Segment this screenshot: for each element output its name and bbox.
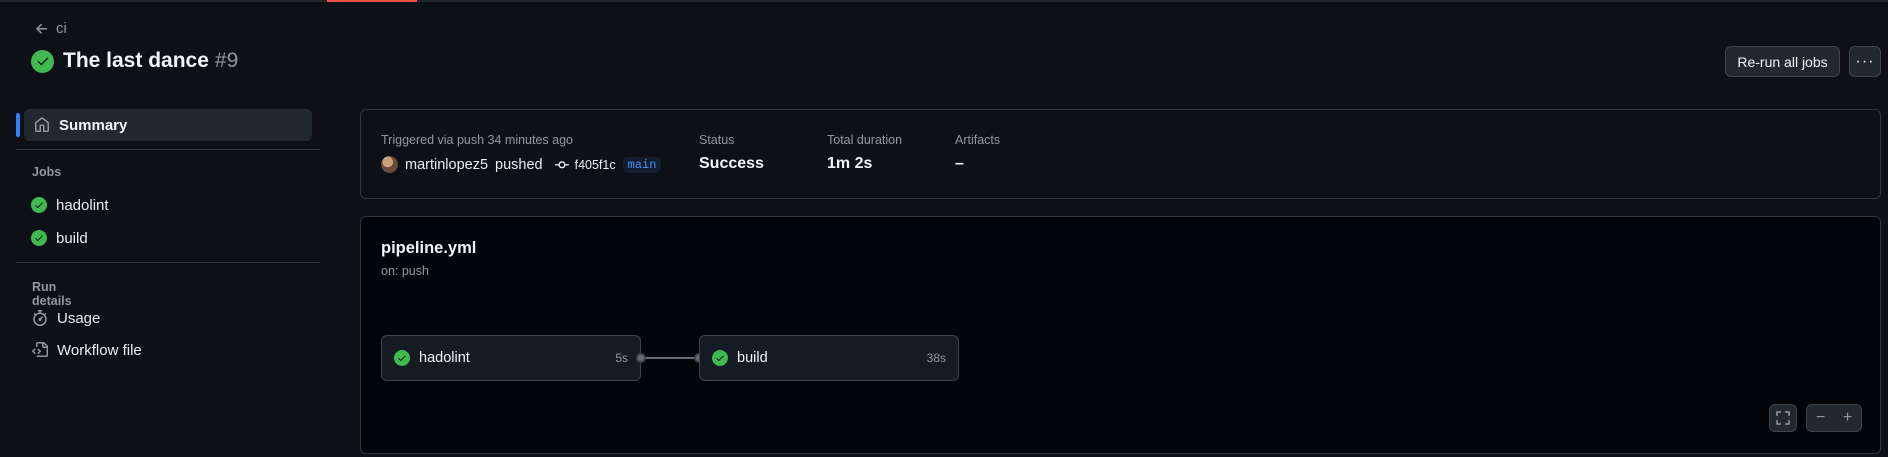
fullscreen-icon xyxy=(1775,410,1792,427)
sidebar-divider xyxy=(16,262,320,263)
connector-dot-out xyxy=(636,353,646,363)
sidebar-item-label: Usage xyxy=(57,309,101,327)
commit-link[interactable]: f405f1c xyxy=(554,156,616,173)
active-indicator xyxy=(16,113,20,137)
workflow-filename[interactable]: pipeline.yml xyxy=(381,239,476,258)
page-title: The last dance #9 xyxy=(63,49,238,73)
avatar[interactable] xyxy=(381,156,398,173)
job-node-hadolint[interactable]: hadolint 5s xyxy=(381,335,641,381)
duration-value: 1m 2s xyxy=(827,155,873,172)
check-circle-icon xyxy=(394,350,410,366)
run-number: #9 xyxy=(214,49,239,72)
run-details-heading: Run details xyxy=(32,280,72,308)
job-duration: 5s xyxy=(615,351,628,365)
check-circle-icon xyxy=(31,197,47,213)
sidebar-item-summary[interactable]: Summary xyxy=(16,109,312,141)
back-link-label[interactable]: ci xyxy=(56,20,67,37)
status-value: Success xyxy=(699,155,764,172)
zoom-controls: − + xyxy=(1806,404,1862,432)
actor-link[interactable]: martinlopez5 xyxy=(405,157,488,173)
zoom-in-button[interactable]: + xyxy=(1834,409,1861,427)
home-icon xyxy=(33,117,50,134)
sidebar-item-build[interactable]: build xyxy=(31,226,291,250)
page-title-text: The last dance xyxy=(63,49,209,72)
job-name: build xyxy=(737,350,768,366)
artifacts-value: – xyxy=(955,155,964,172)
branch-badge[interactable]: main xyxy=(622,156,662,173)
back-link[interactable]: ci xyxy=(33,20,67,37)
action-text: pushed xyxy=(495,156,543,173)
trigger-label: Triggered via push 34 minutes ago xyxy=(381,133,574,147)
file-code-icon xyxy=(31,342,48,359)
run-title: The last dance #9 xyxy=(31,49,238,73)
jobs-heading: Jobs xyxy=(32,165,62,179)
rerun-all-jobs-button[interactable]: Re-run all jobs xyxy=(1725,46,1840,77)
duration-label: Total duration xyxy=(827,133,903,147)
sidebar-item-label: Summary xyxy=(59,116,128,134)
page-progress-indicator xyxy=(327,0,417,2)
sidebar-item-label: build xyxy=(56,229,88,247)
git-commit-icon xyxy=(554,156,571,173)
more-options-button[interactable]: ··· xyxy=(1849,46,1881,77)
arrow-left-icon xyxy=(33,20,50,37)
stopwatch-icon xyxy=(31,310,48,327)
check-circle-icon xyxy=(31,49,54,73)
check-circle-icon xyxy=(712,350,728,366)
job-name: hadolint xyxy=(419,350,470,366)
trigger-details: martinlopez5 pushed f405f1c main xyxy=(381,156,662,173)
commit-sha[interactable]: f405f1c xyxy=(575,158,616,172)
fullscreen-button[interactable] xyxy=(1769,404,1797,432)
workflow-graph-card: pipeline.yml on: push hadolint 5s build … xyxy=(360,216,1881,454)
status-label: Status xyxy=(699,133,735,147)
workflow-trigger: on: push xyxy=(381,264,429,278)
sidebar-item-label: hadolint xyxy=(56,196,109,214)
sidebar-divider xyxy=(16,149,320,150)
sidebar-item-usage[interactable]: Usage xyxy=(31,306,291,330)
job-duration: 38s xyxy=(926,351,946,365)
page-progress-track xyxy=(0,0,1888,2)
run-summary-card: Triggered via push 34 minutes ago martin… xyxy=(360,109,1881,199)
sidebar-item-workflow-file[interactable]: Workflow file xyxy=(31,338,291,362)
job-node-build[interactable]: build 38s xyxy=(699,335,959,381)
sidebar-item-label: Workflow file xyxy=(57,341,142,359)
sidebar-item-hadolint[interactable]: hadolint xyxy=(31,193,291,217)
job-connector-line xyxy=(641,357,699,359)
check-circle-icon xyxy=(31,230,47,246)
artifacts-label: Artifacts xyxy=(955,133,1001,147)
zoom-out-button[interactable]: − xyxy=(1807,409,1834,427)
